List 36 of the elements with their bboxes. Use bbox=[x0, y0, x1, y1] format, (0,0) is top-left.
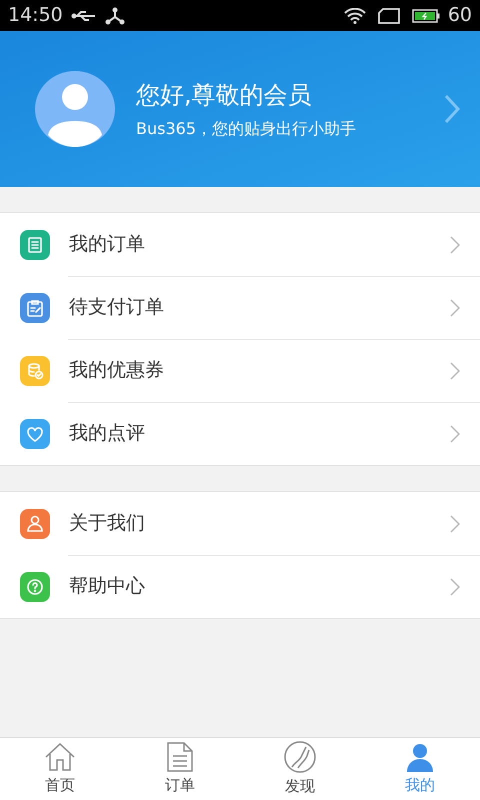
tab[interactable]: 首页 bbox=[0, 738, 120, 800]
battery-icon bbox=[412, 8, 440, 24]
menu-item-label: 我的订单 bbox=[69, 232, 146, 258]
chevron-right-icon bbox=[450, 424, 460, 442]
menu-item-label: 我的点评 bbox=[69, 421, 146, 446]
usb-icon bbox=[70, 8, 97, 22]
sim-icon bbox=[378, 8, 400, 24]
home-icon bbox=[44, 742, 76, 772]
tab[interactable]: 发现 bbox=[240, 738, 360, 800]
menu-item[interactable]: 我的优惠券 bbox=[0, 339, 480, 402]
menu-item-label: 关于我们 bbox=[69, 511, 146, 536]
chevron-right-icon bbox=[444, 94, 460, 124]
subtitle-text: Bus365，您的贴身出行小助手 bbox=[136, 118, 357, 140]
chevron-right-icon bbox=[450, 362, 460, 380]
menu-item[interactable]: 帮助中心 bbox=[0, 555, 480, 618]
menu-item[interactable]: 关于我们 bbox=[0, 492, 480, 555]
chevron-right-icon bbox=[450, 298, 460, 316]
tab[interactable]: 订单 bbox=[120, 738, 240, 800]
person-icon bbox=[405, 742, 435, 772]
menu-item[interactable]: 我的点评 bbox=[0, 402, 480, 465]
battery-text: 60 bbox=[448, 3, 472, 28]
menu-item-label: 我的优惠券 bbox=[69, 358, 165, 384]
document-icon bbox=[166, 742, 194, 772]
menu-item[interactable]: 待支付订单 bbox=[0, 276, 480, 339]
clock-text: 14:50 bbox=[8, 3, 63, 28]
wifi-icon bbox=[344, 8, 366, 24]
chevron-right-icon bbox=[450, 236, 460, 254]
share-icon bbox=[104, 6, 125, 24]
menu-item[interactable]: 我的订单 bbox=[0, 213, 480, 276]
chevron-right-icon bbox=[450, 514, 460, 532]
avatar-icon bbox=[35, 71, 115, 147]
road-icon bbox=[284, 740, 316, 773]
greeting-text: 您好,尊敬的会员 bbox=[136, 80, 313, 111]
menu-item-label: 帮助中心 bbox=[69, 574, 146, 600]
menu-item-label: 待支付订单 bbox=[69, 295, 165, 320]
chevron-right-icon bbox=[450, 578, 460, 596]
